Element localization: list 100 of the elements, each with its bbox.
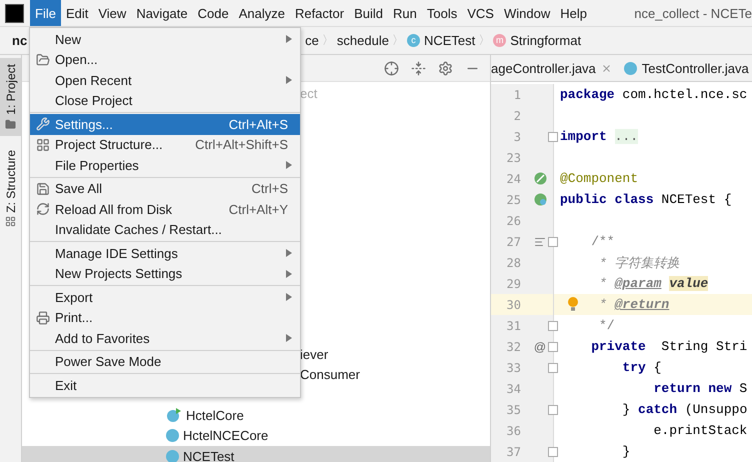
code-line: } catch (Unsuppo xyxy=(622,402,748,417)
fold-marker-icon[interactable] xyxy=(548,132,558,142)
code-line: public class NCETest { xyxy=(560,192,732,207)
code-line: */ xyxy=(599,318,615,333)
menu-item[interactable]: Exit xyxy=(30,375,300,396)
menu-title[interactable]: Refactor xyxy=(290,0,350,26)
breadcrumb-separator: 〉 xyxy=(478,32,490,49)
line-number: 24 xyxy=(506,172,521,186)
fold-marker-icon[interactable] xyxy=(548,404,558,414)
menu-item[interactable]: Print... xyxy=(30,308,300,328)
method-icon: m xyxy=(493,34,506,47)
settings-icon[interactable] xyxy=(438,60,453,76)
reload-icon xyxy=(36,202,50,216)
menu-title[interactable]: Analyze xyxy=(234,0,290,26)
menu-title[interactable]: File xyxy=(30,0,61,26)
folder-icon xyxy=(36,52,50,67)
app-logo-icon xyxy=(5,4,24,23)
tool-window-tab[interactable]: Z: Structure xyxy=(0,144,21,234)
line-number: 30 xyxy=(506,298,521,312)
lightbulb-icon[interactable] xyxy=(567,297,579,311)
menu-item[interactable]: Power Save Mode xyxy=(30,352,300,372)
breadcrumb-item[interactable]: Stringformat xyxy=(510,33,582,48)
code-line: } xyxy=(622,444,630,459)
line-number: 3 xyxy=(512,130,521,144)
fold-marker-icon[interactable] xyxy=(548,362,558,372)
printer-icon xyxy=(36,310,50,325)
folder-icon xyxy=(5,118,16,130)
menu-title[interactable]: Navigate xyxy=(131,0,193,26)
menu-item[interactable]: Open Recent xyxy=(30,70,300,90)
code-line: return new S xyxy=(654,381,748,396)
editor-tab[interactable]: ageController.java xyxy=(491,60,618,76)
fold-marker-icon[interactable] xyxy=(548,446,558,456)
menu-item[interactable]: Project Structure... Ctrl+Alt+Shift+S xyxy=(30,134,300,155)
code-line: package com.hctel.nce.sc xyxy=(560,87,748,102)
wrench-icon xyxy=(36,117,50,132)
line-number: 33 xyxy=(506,360,521,374)
tool-window-tab[interactable]: 1: Project xyxy=(0,58,21,136)
tree-row[interactable]: HctelCore xyxy=(22,405,490,426)
collapse-icon[interactable] xyxy=(411,60,426,76)
menu-item[interactable]: New xyxy=(30,29,300,50)
tree-row[interactable]: NCETest xyxy=(22,446,490,462)
code-line: /** xyxy=(591,234,615,249)
menu-item[interactable]: Save All Ctrl+S xyxy=(30,178,300,199)
menu-item[interactable]: Manage IDE Settings xyxy=(30,243,300,264)
menu-title[interactable]: Run xyxy=(388,0,422,26)
code-line: private String Stri xyxy=(591,339,748,354)
class-icon: c xyxy=(406,34,420,47)
fold-marker-icon[interactable] xyxy=(548,342,558,352)
close-icon[interactable] xyxy=(600,62,612,74)
menu-title[interactable]: Help xyxy=(555,0,592,26)
menu-item[interactable]: Reload All from Disk Ctrl+Alt+Y xyxy=(30,199,300,220)
code-line: * @param value xyxy=(599,276,708,291)
menu-title[interactable]: Code xyxy=(192,0,234,26)
window-title: nce_collect - NCETe xyxy=(633,4,752,23)
locate-icon[interactable] xyxy=(384,60,399,76)
line-number: 27 xyxy=(506,234,521,248)
menu-item[interactable]: Close Project xyxy=(30,90,300,111)
code-line: * @return xyxy=(599,297,670,312)
menu-item[interactable]: File Properties xyxy=(30,155,300,176)
menu-item[interactable]: Invalidate Caches / Restart... xyxy=(30,220,300,240)
code-line: try { xyxy=(622,360,662,375)
line-number: 34 xyxy=(506,382,521,396)
fold-marker-icon[interactable] xyxy=(548,236,558,246)
class-icon xyxy=(166,450,179,462)
code-line: * 字符集转换 xyxy=(599,254,680,272)
class-icon xyxy=(166,429,179,442)
line-number: 26 xyxy=(506,214,521,228)
menu-item[interactable]: Open... xyxy=(30,50,300,70)
line-number: 25 xyxy=(506,192,521,206)
line-number: 1 xyxy=(512,88,521,102)
menu-item[interactable]: Add to Favorites xyxy=(30,328,300,348)
bean-icon xyxy=(534,172,546,185)
line-number: 37 xyxy=(506,444,521,458)
breadcrumb-separator: 〉 xyxy=(392,32,404,49)
fold-marker-icon[interactable] xyxy=(548,320,558,330)
grid-icon xyxy=(5,216,16,228)
breadcrumb-item[interactable]: ce xyxy=(305,33,319,48)
line-number: 32 xyxy=(506,340,521,354)
code-line: e.printStack xyxy=(654,423,748,438)
menu-title[interactable]: Edit xyxy=(60,0,94,26)
line-number: 2 xyxy=(512,108,521,122)
menu-title[interactable]: View xyxy=(93,0,132,26)
breadcrumb-item[interactable]: schedule xyxy=(336,33,389,48)
line-number: 23 xyxy=(506,150,521,164)
line-number: 28 xyxy=(506,256,521,270)
menu-title[interactable]: Tools xyxy=(422,0,462,26)
line-number: 31 xyxy=(506,318,521,332)
tree-row[interactable]: HctelNCECore xyxy=(22,426,490,446)
grid-icon xyxy=(36,138,50,152)
menu-title[interactable]: Window xyxy=(498,0,556,26)
breadcrumb-item[interactable]: NCETest xyxy=(424,33,476,48)
breadcrumb-separator: 〉 xyxy=(322,32,334,49)
breadcrumb-item[interactable]: nc xyxy=(12,33,28,48)
menu-item[interactable]: New Projects Settings xyxy=(30,264,300,284)
bean-icon xyxy=(534,193,546,206)
menu-title[interactable]: Build xyxy=(349,0,388,26)
menu-title[interactable]: VCS xyxy=(462,0,499,26)
editor-tab[interactable]: TestController.java xyxy=(624,60,752,76)
menu-item[interactable]: Settings... Ctrl+Alt+S xyxy=(30,114,300,134)
menu-item[interactable]: Export xyxy=(30,287,300,308)
